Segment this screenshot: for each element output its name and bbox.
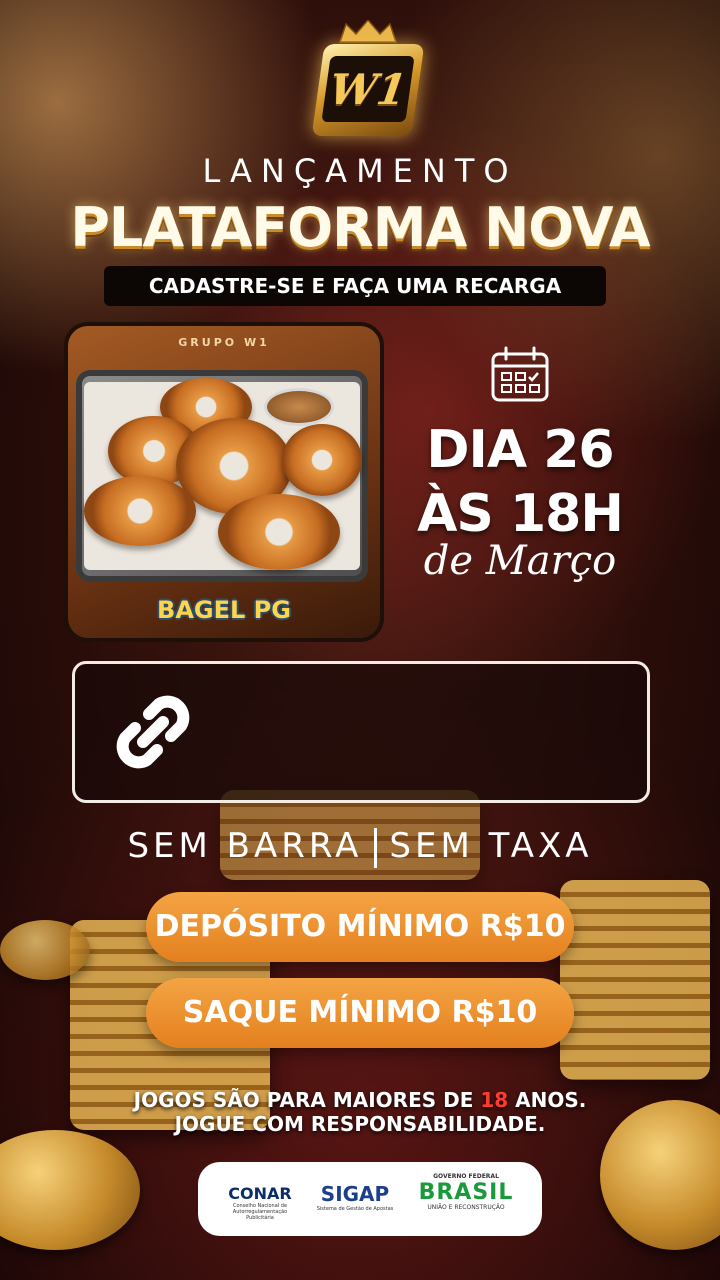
group-label: GRUPO W1 (178, 336, 270, 349)
tagline-no-bar: SEM BARRA (127, 826, 363, 866)
calendar-icon (491, 346, 549, 402)
gov-name: BRASIL (418, 1180, 514, 1205)
bagel-image (218, 494, 340, 570)
game-card[interactable]: GRUPO W1 BAGEL PG (64, 322, 384, 642)
tagline-divider (374, 827, 378, 868)
bagel-image (84, 476, 196, 546)
sigap-name: SIGAP (320, 1182, 390, 1206)
age-warning: JOGOS SÃO PARA MAIORES DE 18 ANOS. JOGUE… (0, 1088, 720, 1136)
crown-icon (338, 20, 398, 43)
seed-bowl (264, 388, 334, 426)
conar-subtitle: Conselho Nacional de Autorregulamentação… (232, 1203, 288, 1221)
deposit-minimum-button[interactable]: DEPÓSITO MÍNIMO R$10 (146, 892, 574, 962)
link-box[interactable] (72, 661, 650, 803)
game-title: BAGEL PG (157, 596, 291, 624)
sigap-subtitle: Sistema de Gestão de Apostas (316, 1206, 394, 1212)
age-warning-prefix: JOGOS SÃO PARA MAIORES DE (133, 1088, 481, 1112)
subtitle-bar: CADASTRE-SE E FAÇA UMA RECARGA (104, 266, 606, 306)
age-warning-suffix: ANOS. (508, 1088, 587, 1112)
headline: PLATAFORMA NOVA (70, 196, 650, 259)
withdraw-minimum-button[interactable]: SAQUE MÍNIMO R$10 (146, 978, 574, 1048)
bagel-image (282, 424, 362, 496)
conar-name: CONAR (228, 1184, 292, 1203)
link-icon (116, 695, 190, 769)
tagline-no-fee: SEM TAXA (389, 826, 593, 866)
gov-brasil-logo: GOVERNO FEDERAL BRASIL UNIÃO E RECONSTRU… (410, 1174, 522, 1224)
event-day: DIA 26 (426, 420, 614, 480)
coin-stack-decoration (560, 880, 710, 1080)
age-number: 18 (480, 1088, 509, 1112)
conar-logo: CONAR Conselho Nacional de Autorregulame… (220, 1174, 300, 1224)
gov-subtitle: UNIÃO E RECONSTRUÇÃO (427, 1204, 505, 1211)
tagline: SEM BARRA SEM TAXA (0, 826, 720, 868)
event-month: de Março (423, 538, 617, 584)
logo-text: W1 (321, 56, 415, 122)
event-time: ÀS 18H (417, 484, 624, 544)
sigap-logo: SIGAP Sistema de Gestão de Apostas (314, 1174, 396, 1224)
coin-decoration (0, 920, 90, 980)
brand-logo: W1 (311, 20, 425, 142)
age-warning-line1: JOGOS SÃO PARA MAIORES DE 18 ANOS. (0, 1088, 720, 1112)
age-warning-line2: JOGUE COM RESPONSABILIDADE. (174, 1112, 546, 1136)
partner-logos: CONAR Conselho Nacional de Autorregulame… (198, 1162, 542, 1236)
kicker-text: LANÇAMENTO (202, 152, 518, 190)
